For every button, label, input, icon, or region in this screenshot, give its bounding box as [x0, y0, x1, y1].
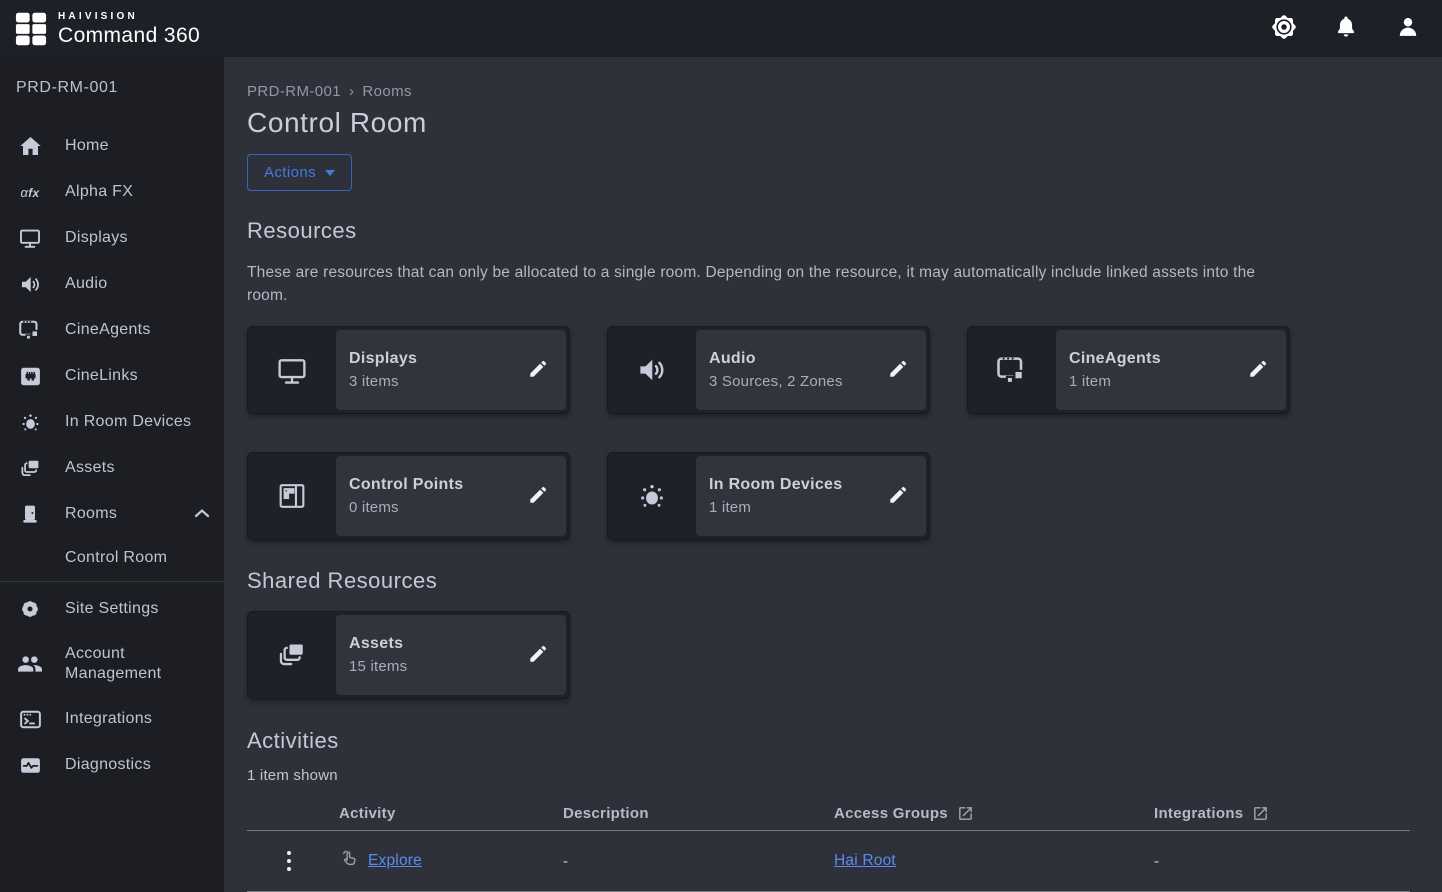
- settings-icon: [1269, 12, 1299, 45]
- breadcrumb-rooms-link[interactable]: Rooms: [362, 83, 412, 100]
- edit-cineagents-button[interactable]: [1244, 356, 1272, 384]
- display-icon: [16, 226, 44, 250]
- resource-card-displays: Displays 3 items: [247, 326, 570, 414]
- notifications-button[interactable]: [1330, 13, 1362, 45]
- table-header-row: Activity Description Access Groups Integ…: [247, 796, 1410, 830]
- external-link-icon[interactable]: [957, 805, 974, 822]
- audio-icon: [608, 327, 696, 413]
- brand-haivision: HAIVISION: [58, 12, 200, 22]
- display-icon: [248, 327, 336, 413]
- terminal-icon: [16, 707, 44, 732]
- sidebar-item-assets[interactable]: Assets: [0, 445, 224, 491]
- activities-count: 1 item shown: [247, 767, 1410, 784]
- pencil-icon: [887, 358, 909, 383]
- control-points-icon: [248, 453, 336, 539]
- sidebar-item-alpha-fx[interactable]: αfx Alpha FX: [0, 169, 224, 215]
- shared-card-assets: Assets 15 items: [247, 611, 570, 699]
- brand-logo[interactable]: HAIVISION Command 360: [14, 11, 200, 47]
- settings-button[interactable]: [1268, 13, 1300, 45]
- sidebar-item-diagnostics[interactable]: Diagnostics: [0, 742, 224, 788]
- audio-icon: [16, 272, 44, 297]
- chevron-down-icon: [325, 170, 335, 176]
- column-header-description: Description: [563, 805, 834, 822]
- shared-resources-card-grid: Assets 15 items: [247, 611, 1410, 699]
- sidebar-item-cineagents[interactable]: CineAgents: [0, 307, 224, 353]
- table-row: Explore - Hai Root -: [247, 831, 1410, 891]
- cinelinks-icon: [16, 364, 44, 389]
- command360-grid-icon: [14, 11, 48, 47]
- breadcrumb: PRD-RM-001 › Rooms: [247, 83, 1410, 100]
- page-title: Control Room: [247, 107, 1410, 139]
- sidebar-item-audio[interactable]: Audio: [0, 261, 224, 307]
- resource-card-in-room-devices: In Room Devices 1 item: [607, 452, 930, 540]
- assets-icon: [248, 612, 336, 698]
- column-header-activity: Activity: [339, 805, 563, 822]
- pencil-icon: [887, 484, 909, 509]
- access-group-link[interactable]: Hai Root: [834, 852, 896, 869]
- edit-in-room-devices-button[interactable]: [884, 482, 912, 510]
- rooms-icon: [16, 502, 44, 526]
- explore-link[interactable]: Explore: [368, 852, 422, 870]
- diagnostics-icon: [16, 753, 44, 778]
- in-room-devices-icon: [608, 453, 696, 539]
- activities-heading: Activities: [247, 728, 1410, 754]
- chevron-up-icon: [194, 505, 210, 523]
- cineagents-icon: [16, 317, 44, 343]
- edit-audio-button[interactable]: [884, 356, 912, 384]
- description-cell: -: [563, 853, 834, 870]
- sidebar-divider: [0, 581, 224, 582]
- resource-card-audio: Audio 3 Sources, 2 Zones: [607, 326, 930, 414]
- edit-assets-button[interactable]: [524, 641, 552, 669]
- sidebar-item-cinelinks[interactable]: CineLinks: [0, 353, 224, 399]
- in-room-devices-icon: [16, 410, 44, 435]
- pencil-icon: [527, 484, 549, 509]
- resources-description: These are resources that can only be all…: [247, 261, 1272, 307]
- users-icon: [16, 651, 44, 677]
- external-link-icon[interactable]: [1252, 805, 1269, 822]
- pencil-icon: [1247, 358, 1269, 383]
- sidebar-item-control-room[interactable]: Control Room: [0, 537, 224, 579]
- pencil-icon: [527, 643, 549, 668]
- activities-table: Activity Description Access Groups Integ…: [247, 796, 1410, 892]
- explore-gesture-icon: [339, 848, 360, 874]
- sidebar-item-displays[interactable]: Displays: [0, 215, 224, 261]
- sidebar-item-rooms[interactable]: Rooms: [0, 491, 224, 537]
- integrations-cell: -: [1154, 853, 1410, 870]
- resources-card-grid: Displays 3 items: [247, 326, 1410, 540]
- sidebar-item-integrations[interactable]: Integrations: [0, 696, 224, 742]
- edit-displays-button[interactable]: [524, 356, 552, 384]
- alpha-fx-icon: αfx: [16, 185, 44, 200]
- assets-icon: [16, 456, 44, 481]
- breadcrumb-parent-link[interactable]: PRD-RM-001: [247, 83, 341, 100]
- site-label: PRD-RM-001: [0, 79, 224, 97]
- home-icon: [16, 134, 44, 159]
- sidebar-item-site-settings[interactable]: Site Settings: [0, 586, 224, 632]
- pencil-icon: [527, 358, 549, 383]
- top-header: HAIVISION Command 360: [0, 0, 1442, 57]
- resource-card-cineagents: CineAgents 1 item: [967, 326, 1290, 414]
- person-icon: [1395, 14, 1421, 43]
- brand-command360: Command 360: [58, 25, 200, 46]
- sidebar-item-home[interactable]: Home: [0, 123, 224, 169]
- bell-icon: [1333, 14, 1359, 43]
- edit-control-points-button[interactable]: [524, 482, 552, 510]
- cineagents-icon: [968, 327, 1056, 413]
- column-header-integrations: Integrations: [1154, 805, 1410, 822]
- account-button[interactable]: [1392, 13, 1424, 45]
- breadcrumb-separator: ›: [349, 83, 354, 100]
- resources-heading: Resources: [247, 218, 1410, 244]
- resource-card-control-points: Control Points 0 items: [247, 452, 570, 540]
- sidebar-item-account-management[interactable]: Account Management: [0, 632, 224, 696]
- sidebar: PRD-RM-001 Home αfx Alpha FX Displa: [0, 57, 224, 892]
- gear-icon: [16, 597, 44, 621]
- row-kebab-menu-button[interactable]: [277, 847, 301, 875]
- sidebar-item-in-room-devices[interactable]: In Room Devices: [0, 399, 224, 445]
- shared-resources-heading: Shared Resources: [247, 568, 1410, 594]
- main-content: PRD-RM-001 › Rooms Control Room Actions …: [224, 57, 1442, 892]
- column-header-access-groups: Access Groups: [834, 805, 1154, 822]
- actions-button[interactable]: Actions: [247, 154, 352, 191]
